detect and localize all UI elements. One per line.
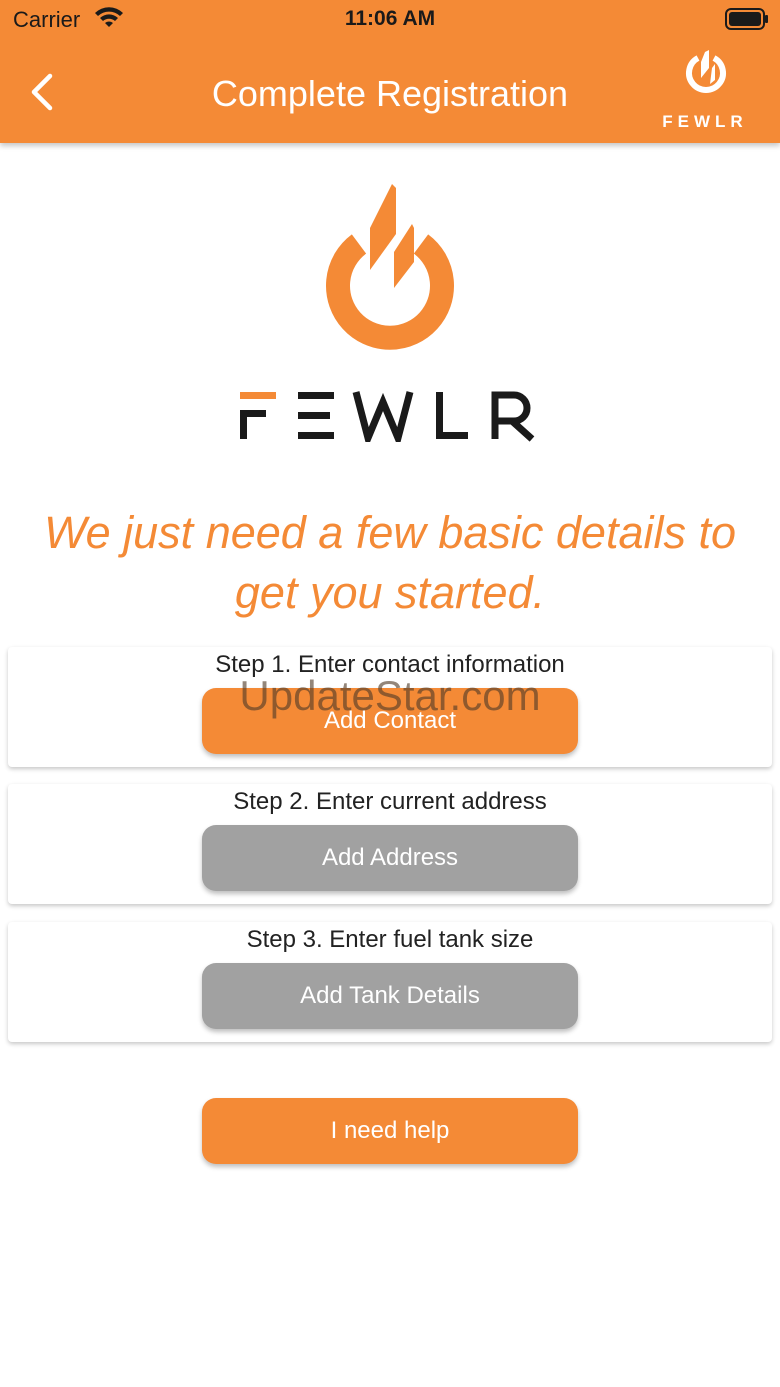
header-logo: FEWLR bbox=[652, 50, 758, 134]
tagline-line-2: get you started. bbox=[234, 567, 546, 618]
status-bar: Carrier 11:06 AM bbox=[0, 0, 780, 40]
step-card-tank: Step 3. Enter fuel tank size Add Tank De… bbox=[8, 922, 772, 1042]
add-contact-button[interactable]: Add Contact bbox=[202, 688, 578, 754]
add-address-button[interactable]: Add Address bbox=[202, 825, 578, 891]
navigation-bar: Carrier 11:06 AM Complete Registration F… bbox=[0, 0, 780, 143]
add-tank-details-button[interactable]: Add Tank Details bbox=[202, 963, 578, 1029]
battery-icon bbox=[725, 8, 769, 35]
step-label: Step 2. Enter current address bbox=[233, 788, 547, 815]
step-label: Step 1. Enter contact information bbox=[215, 651, 565, 678]
header-wordmark: FEWLR bbox=[662, 112, 748, 131]
flame-logo-icon bbox=[686, 50, 726, 93]
flame-logo-icon bbox=[326, 184, 454, 350]
help-button[interactable]: I need help bbox=[202, 1098, 578, 1164]
step-card-address: Step 2. Enter current address Add Addres… bbox=[8, 784, 772, 904]
tagline-line-1: We just need a few basic details to bbox=[43, 507, 737, 558]
step-card-contact: Step 1. Enter contact information Add Co… bbox=[8, 647, 772, 767]
step-label: Step 3. Enter fuel tank size bbox=[246, 926, 534, 953]
tagline: We just need a few basic details to get … bbox=[0, 503, 780, 623]
fewlr-wordmark-logo bbox=[240, 391, 535, 442]
clock: 11:06 AM bbox=[344, 7, 436, 30]
